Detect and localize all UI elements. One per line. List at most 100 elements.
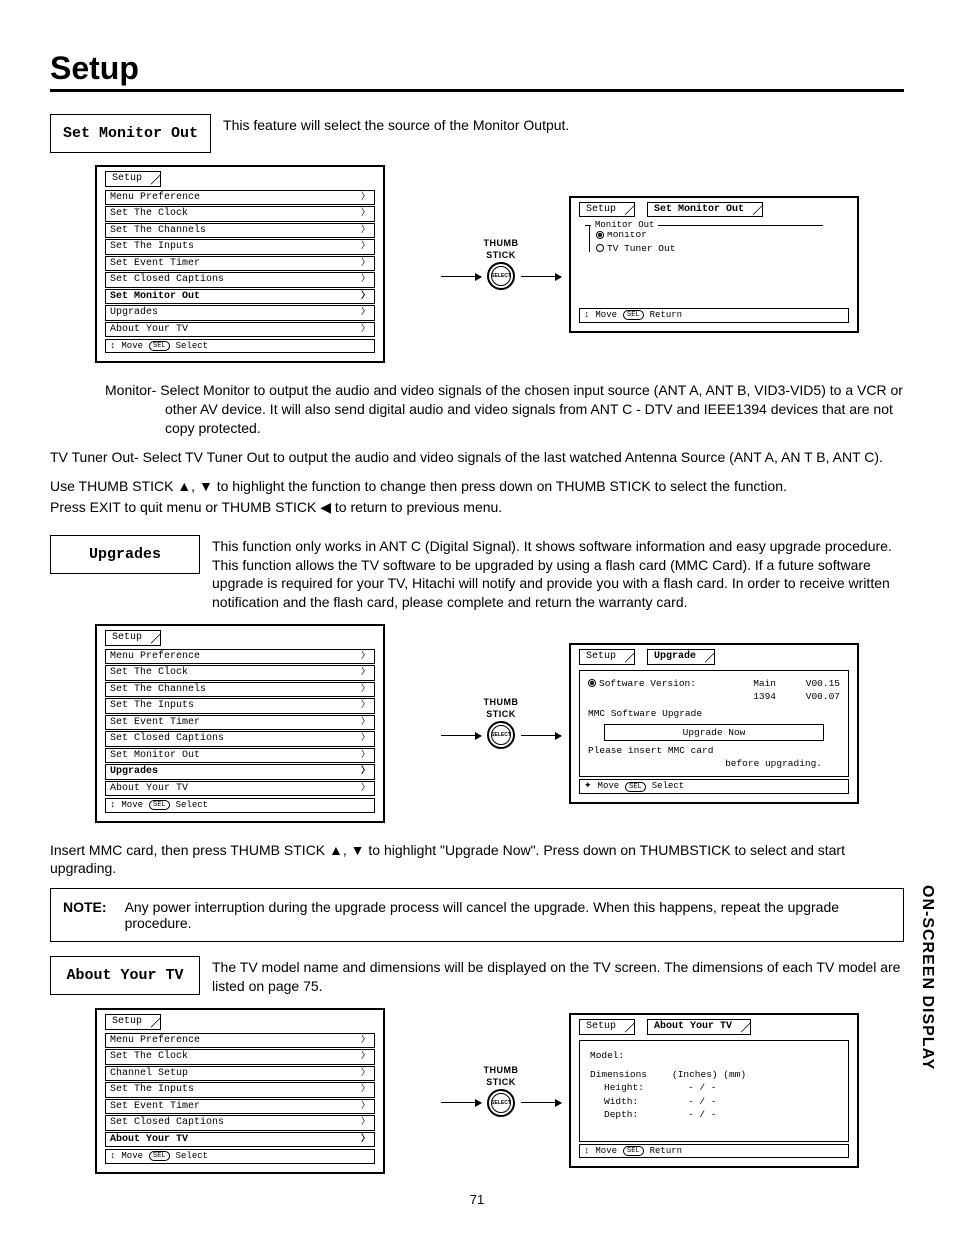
osd-footer: ↕Move SELReturn [579,1144,849,1158]
note-text: Any power interruption during the upgrad… [125,899,891,931]
body-text: Press EXIT to quit menu or THUMB STICK ◀… [50,498,904,517]
menu-item[interactable]: Set Event Timer〉 [105,256,375,272]
arrow-right-icon [521,276,561,277]
menu-item[interactable]: Set Closed Captions〉 [105,272,375,288]
osd-right-about: Setup About Your TV Model: Dimensions(In… [569,1013,859,1168]
menu-item[interactable]: Set The Clock〉 [105,665,375,681]
menu-item[interactable]: Set The Inputs〉 [105,698,375,714]
menu-item[interactable]: Menu Preference〉 [105,190,375,206]
sidebar-label: ON-SCREEN DISPLAY [918,885,936,1070]
menu-item[interactable]: Upgrades〉 [105,764,375,780]
menu-item[interactable]: Set The Inputs〉 [105,239,375,255]
note-box: NOTE: Any power interruption during the … [50,888,904,942]
osd-subtab: Upgrade [647,649,715,665]
osd-left-monitor: Setup Menu Preference〉Set The Clock〉Set … [95,165,385,363]
radio-off-icon [596,244,604,252]
section-label-about: About Your TV [50,956,200,995]
chevron-right-icon: 〉 [361,733,370,745]
chevron-right-icon: 〉 [361,324,370,336]
osd-footer: ↕Move SELSelect [105,798,375,812]
arrow-right-icon [441,735,481,736]
chevron-right-icon: 〉 [361,1068,370,1080]
menu-item[interactable]: Set Closed Captions〉 [105,1115,375,1131]
upgrade-now-button[interactable]: Upgrade Now [604,724,824,741]
menu-item[interactable]: About Your TV〉 [105,781,375,797]
menu-item[interactable]: Set Monitor Out〉 [105,289,375,305]
chevron-right-icon: 〉 [361,1084,370,1096]
menu-item[interactable]: Menu Preference〉 [105,1033,375,1049]
chevron-right-icon: 〉 [361,717,370,729]
move-icon: ↕ [110,800,115,810]
osd-tab-setup: Setup [105,171,161,187]
body-text: Monitor- Select Monitor to output the au… [50,381,904,438]
menu-item[interactable]: Channel Setup〉 [105,1066,375,1082]
chevron-right-icon: 〉 [361,700,370,712]
page-number: 71 [50,1192,904,1207]
osd-tab-setup: Setup [579,1019,635,1035]
menu-item[interactable]: About Your TV〉 [105,1132,375,1148]
menu-item[interactable]: Set The Channels〉 [105,223,375,239]
chevron-right-icon: 〉 [361,1117,370,1129]
osd-row-monitor: Setup Menu Preference〉Set The Clock〉Set … [50,165,904,363]
section-desc: The TV model name and dimensions will be… [212,956,904,996]
menu-list: Menu Preference〉Set The Clock〉Set The Ch… [105,649,375,797]
chevron-right-icon: 〉 [361,1051,370,1063]
thumbstick-icon: SELECT [487,1089,515,1117]
chevron-right-icon: 〉 [361,766,370,778]
radio-on-icon [596,231,604,239]
section-desc: This feature will select the source of t… [223,114,569,135]
menu-item[interactable]: About Your TV〉 [105,322,375,338]
move-icon: ↕ [110,341,115,351]
osd-row-about: Setup Menu Preference〉Set The Clock〉Chan… [50,1008,904,1173]
arrow-right-icon [521,735,561,736]
osd-right-upgrades: Setup Upgrade Software Version: MainV00.… [569,643,859,804]
section-label-upgrades: Upgrades [50,535,200,574]
menu-item[interactable]: Upgrades〉 [105,305,375,321]
select-icon: SEL [149,341,170,351]
note-label: NOTE: [63,899,107,931]
select-icon: SEL [149,1151,170,1161]
chevron-right-icon: 〉 [361,783,370,795]
chevron-right-icon: 〉 [361,1101,370,1113]
menu-item[interactable]: Menu Preference〉 [105,649,375,665]
menu-item[interactable]: Set The Clock〉 [105,1049,375,1065]
menu-item[interactable]: Set The Inputs〉 [105,1082,375,1098]
menu-item[interactable]: Set The Clock〉 [105,206,375,222]
osd-row-upgrades: Setup Menu Preference〉Set The Clock〉Set … [50,624,904,822]
move-icon: ↕ [110,1151,115,1161]
arrow-right-icon [521,1102,561,1103]
move-icon: ✦ [584,781,592,791]
body-text: Use THUMB STICK ▲, ▼ to highlight the fu… [50,477,904,496]
menu-item[interactable]: Set Event Timer〉 [105,715,375,731]
chevron-right-icon: 〉 [361,241,370,253]
select-icon: SEL [623,310,644,320]
chevron-right-icon: 〉 [361,208,370,220]
menu-item[interactable]: Set The Channels〉 [105,682,375,698]
osd-footer: ✦Move SELSelect [579,779,849,793]
chevron-right-icon: 〉 [361,1035,370,1047]
osd-tab-setup: Setup [105,630,161,646]
osd-right-monitor: Setup Set Monitor Out Monitor Out Monito… [569,196,859,333]
chevron-right-icon: 〉 [361,684,370,696]
osd-subtab: Set Monitor Out [647,202,763,218]
body-text: Insert MMC card, then press THUMB STICK … [50,841,904,879]
osd-footer: ↕Move SELSelect [105,1149,375,1163]
chevron-right-icon: 〉 [361,750,370,762]
thumbstick-icon: SELECT [487,262,515,290]
body-text: TV Tuner Out- Select TV Tuner Out to out… [50,448,904,467]
chevron-right-icon: 〉 [361,258,370,270]
page-title: Setup [50,50,904,92]
chevron-right-icon: 〉 [361,667,370,679]
arrow-right-icon [441,276,481,277]
menu-list: Menu Preference〉Set The Clock〉Set The Ch… [105,190,375,338]
move-icon: ↕ [584,310,589,320]
menu-item[interactable]: Set Monitor Out〉 [105,748,375,764]
section-desc: This function only works in ANT C (Digit… [212,535,904,613]
chevron-right-icon: 〉 [361,1134,370,1146]
move-icon: ↕ [584,1146,589,1156]
thumbstick-diagram: THUMB STICK SELECT [441,238,561,290]
osd-subtab: About Your TV [647,1019,751,1035]
menu-item[interactable]: Set Event Timer〉 [105,1099,375,1115]
osd-tab-setup: Setup [105,1014,161,1030]
menu-item[interactable]: Set Closed Captions〉 [105,731,375,747]
